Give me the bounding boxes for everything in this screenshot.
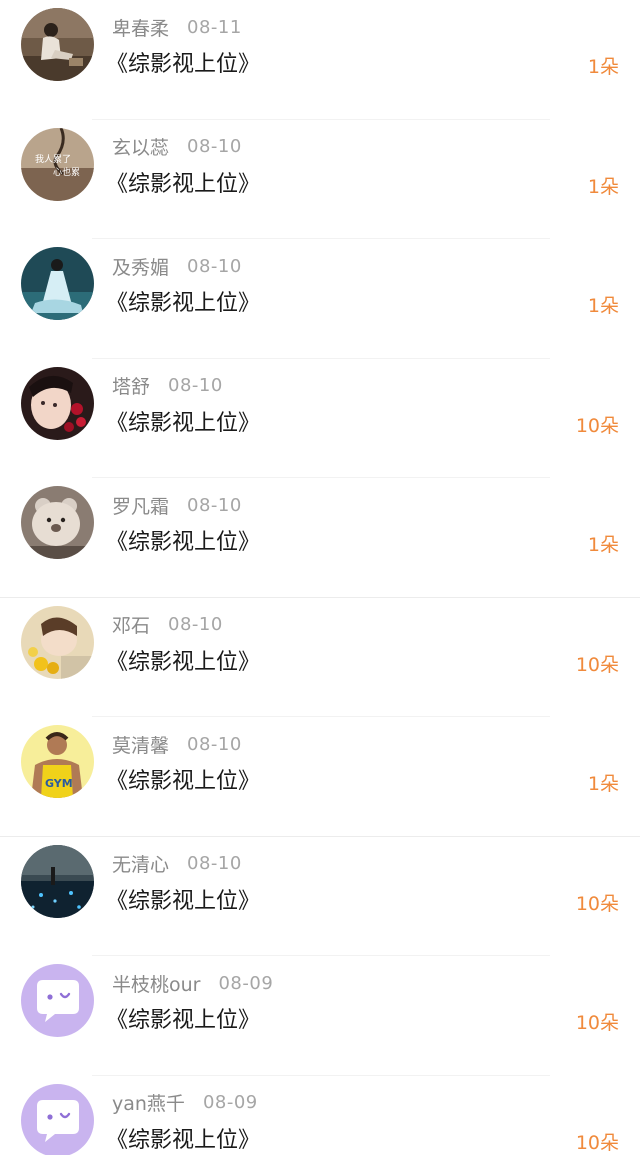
avatar[interactable] <box>21 1083 94 1155</box>
user-name[interactable]: 莫清馨 <box>112 731 169 758</box>
flower-count: 10朵 <box>575 892 619 915</box>
list-item[interactable]: 邓石 08-10 《综影视上位》 10朵 <box>0 598 640 717</box>
book-title[interactable]: 《综影视上位》 <box>106 524 260 556</box>
user-name[interactable]: 半枝桃our <box>112 970 200 997</box>
list-item[interactable]: 半枝桃our 08-09 《综影视上位》 10朵 <box>0 956 640 1076</box>
item-meta: 半枝桃our 08-09 <box>112 969 273 997</box>
book-title[interactable]: 《综影视上位》 <box>106 763 260 795</box>
item-meta: 莫清馨 08-10 <box>112 730 242 758</box>
list-item[interactable]: 无清心 08-10 《综影视上位》 10朵 <box>0 837 640 956</box>
avatar[interactable]: 我人累了 心也累 <box>21 127 94 201</box>
avatar[interactable] <box>21 8 94 81</box>
svg-text:我人累了: 我人累了 <box>35 154 71 165</box>
book-title[interactable]: 《综影视上位》 <box>106 405 260 437</box>
item-meta: 卑春柔 08-11 <box>112 13 242 41</box>
flower-count: 1朵 <box>587 175 619 198</box>
flower-count: 1朵 <box>587 534 619 556</box>
chat-bubble-icon <box>21 1083 94 1155</box>
date: 08-10 <box>187 136 242 157</box>
flower-count: 1朵 <box>587 295 619 317</box>
flower-count: 10朵 <box>575 414 619 437</box>
avatar[interactable] <box>21 247 94 320</box>
item-meta: 及秀媚 08-10 <box>112 252 242 280</box>
avatar[interactable] <box>21 964 94 1037</box>
date: 08-11 <box>187 16 242 38</box>
list-item[interactable]: 我人累了 心也累 玄以蕊 08-10 《综影视上位》 1朵 <box>0 120 640 239</box>
svg-text:GYM: GYM <box>45 777 73 790</box>
user-name[interactable]: 塔舒 <box>112 372 150 399</box>
book-title[interactable]: 《综影视上位》 <box>106 46 260 78</box>
date: 08-10 <box>187 733 242 755</box>
user-name[interactable]: yan燕千 <box>112 1089 185 1116</box>
svg-text:心也累: 心也累 <box>53 166 80 178</box>
avatar[interactable] <box>21 366 94 440</box>
avatar[interactable]: GYM <box>21 725 94 798</box>
flower-count: 10朵 <box>575 1131 619 1154</box>
user-name[interactable]: 卑春柔 <box>112 14 169 41</box>
date: 08-10 <box>187 853 242 874</box>
avatar[interactable] <box>21 844 94 918</box>
avatar[interactable] <box>21 605 94 679</box>
item-meta: 邓石 08-10 <box>112 611 223 639</box>
item-meta: 塔舒 08-10 <box>112 372 223 400</box>
date: 08-09 <box>202 1092 258 1113</box>
item-meta: 罗凡霜 08-10 <box>112 491 242 519</box>
book-title[interactable]: 《综影视上位》 <box>106 644 260 676</box>
user-name[interactable]: 无清心 <box>112 850 169 877</box>
book-title[interactable]: 《综影视上位》 <box>106 1122 260 1154</box>
list-item[interactable]: GYM 莫清馨 08-10 《综影视上位》 1朵 <box>0 717 640 837</box>
book-title[interactable]: 《综影视上位》 <box>106 285 260 317</box>
item-meta: 玄以蕊 08-10 <box>112 133 242 161</box>
list-item[interactable]: 罗凡霜 08-10 《综影视上位》 1朵 <box>0 478 640 598</box>
flower-count: 1朵 <box>587 56 619 78</box>
flower-count: 1朵 <box>587 773 619 795</box>
item-meta: yan燕千 08-09 <box>112 1089 258 1117</box>
gift-record-list: 卑春柔 08-11 《综影视上位》 1朵 我人累了 心也累 玄以蕊 08-10 … <box>0 0 640 1155</box>
avatar[interactable] <box>21 486 94 559</box>
user-name[interactable]: 罗凡霜 <box>112 492 169 519</box>
list-item[interactable]: 塔舒 08-10 《综影视上位》 10朵 <box>0 359 640 478</box>
book-title[interactable]: 《综影视上位》 <box>106 883 260 915</box>
item-meta: 无清心 08-10 <box>112 850 242 878</box>
user-name[interactable]: 及秀媚 <box>112 253 169 280</box>
list-item[interactable]: 及秀媚 08-10 《综影视上位》 1朵 <box>0 239 640 359</box>
chat-bubble-icon <box>21 964 94 1037</box>
user-name[interactable]: 玄以蕊 <box>112 133 169 160</box>
flower-count: 10朵 <box>575 653 619 676</box>
list-item[interactable]: 卑春柔 08-11 《综影视上位》 1朵 <box>0 0 640 120</box>
book-title[interactable]: 《综影视上位》 <box>106 166 260 198</box>
date: 08-10 <box>187 255 242 277</box>
flower-count: 10朵 <box>575 1012 619 1034</box>
date: 08-10 <box>187 494 242 516</box>
date: 08-09 <box>218 972 274 994</box>
date: 08-10 <box>168 375 223 396</box>
book-title[interactable]: 《综影视上位》 <box>106 1002 260 1034</box>
list-item[interactable]: yan燕千 08-09 《综影视上位》 10朵 <box>0 1076 640 1155</box>
user-name[interactable]: 邓石 <box>112 611 150 638</box>
date: 08-10 <box>168 614 223 635</box>
